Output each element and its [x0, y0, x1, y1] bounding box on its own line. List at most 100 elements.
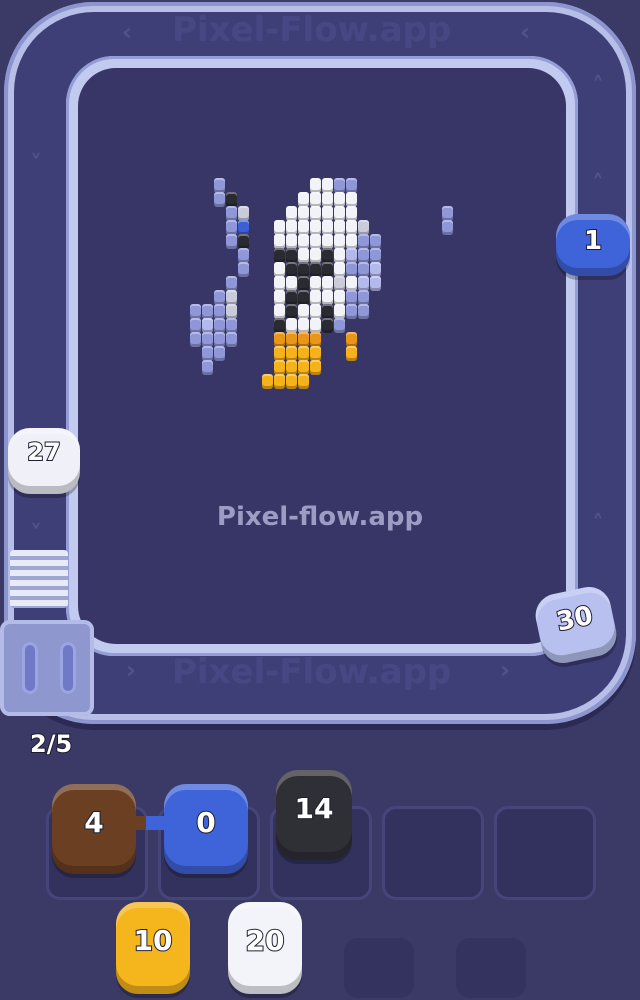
queue-shooter-yellow[interactable]: 10	[116, 902, 190, 994]
pixel-block	[334, 276, 345, 291]
pixel-block	[286, 276, 297, 291]
pixel-block	[226, 220, 237, 235]
pixel-block	[310, 262, 321, 277]
queue-shooter-white[interactable]: 20	[228, 902, 302, 994]
shooter-count: 0	[195, 805, 216, 840]
chevron-icon: ›	[500, 656, 510, 684]
pixel-block	[286, 290, 297, 305]
chevron-icon: ‹	[122, 18, 132, 46]
progress-counter: 2/5	[29, 729, 73, 759]
pixel-block	[286, 304, 297, 319]
pixel-block	[334, 192, 345, 207]
pixel-block	[202, 318, 213, 333]
pixel-block	[226, 332, 237, 347]
pixel-block	[322, 206, 333, 221]
pixel-block	[322, 262, 333, 277]
slot-shooter-blue[interactable]: 0	[164, 784, 248, 874]
pixel-block	[334, 304, 345, 319]
pixel-block	[298, 304, 309, 319]
pixel-block	[310, 360, 321, 375]
pixel-block	[274, 360, 285, 375]
pixel-block	[346, 192, 357, 207]
pixel-block	[346, 304, 357, 319]
pixel-block	[298, 234, 309, 249]
pixel-block	[226, 304, 237, 319]
pixel-block	[286, 248, 297, 263]
pixel-block	[310, 192, 321, 207]
chevron-icon: ˄	[592, 170, 604, 198]
pixel-block	[346, 262, 357, 277]
pixel-block	[310, 220, 321, 235]
pixel-block	[226, 318, 237, 333]
pixel-block	[286, 346, 297, 361]
shooter-count: 10	[133, 923, 174, 958]
shooter-count: 1	[583, 225, 603, 257]
pixel-block	[286, 206, 297, 221]
pixel-block	[298, 220, 309, 235]
pixel-block	[370, 262, 381, 277]
stairs-icon	[10, 550, 68, 608]
pixel-board	[78, 68, 566, 644]
pixel-block	[190, 318, 201, 333]
pixel-block	[226, 192, 237, 207]
pixel-block	[310, 318, 321, 333]
pixel-block	[298, 290, 309, 305]
pixel-block	[310, 290, 321, 305]
pixel-block	[346, 346, 357, 361]
pixel-block	[214, 290, 225, 305]
pixel-block	[346, 332, 357, 347]
chevron-icon: ˅	[30, 150, 42, 178]
pixel-block	[274, 220, 285, 235]
pixel-block	[274, 346, 285, 361]
slot-shooter-brown[interactable]: 4	[52, 784, 136, 874]
slot-5-empty[interactable]	[494, 806, 596, 900]
pixel-block	[346, 206, 357, 221]
pixel-block	[214, 346, 225, 361]
pixel-block	[322, 304, 333, 319]
pixel-block	[214, 178, 225, 193]
pixel-block	[322, 234, 333, 249]
pixel-block	[310, 332, 321, 347]
chevron-icon: ˄	[592, 72, 604, 100]
pixel-block	[370, 248, 381, 263]
slot-shooter-black[interactable]: 14	[276, 770, 352, 860]
shooter-count: 30	[553, 600, 597, 639]
pixel-block	[190, 304, 201, 319]
pixel-block	[322, 290, 333, 305]
pixel-block	[214, 318, 225, 333]
pixel-block	[322, 318, 333, 333]
track-shooter-white[interactable]: 27	[8, 428, 80, 494]
pixel-block	[310, 304, 321, 319]
track-shooter-blue[interactable]: 1	[556, 214, 630, 276]
pixel-block	[358, 290, 369, 305]
pixel-block	[226, 206, 237, 221]
shooter-count: 20	[245, 923, 286, 958]
pixel-block	[214, 192, 225, 207]
pixel-block	[298, 360, 309, 375]
pixel-block	[238, 248, 249, 263]
pixel-block	[334, 178, 345, 193]
pixel-block	[238, 220, 249, 235]
slot-4-empty[interactable]	[382, 806, 484, 900]
pixel-block	[322, 178, 333, 193]
pixel-block	[346, 290, 357, 305]
pixel-block	[274, 276, 285, 291]
pixel-block	[322, 220, 333, 235]
pixel-block	[274, 318, 285, 333]
pixel-block	[214, 332, 225, 347]
pixel-block	[334, 290, 345, 305]
pixel-block	[334, 220, 345, 235]
pixel-block	[202, 346, 213, 361]
pixel-block	[298, 192, 309, 207]
pixel-block	[274, 304, 285, 319]
track-watermark-top: Pixel-Flow.app	[172, 10, 452, 50]
pixel-block	[358, 304, 369, 319]
pixel-block	[370, 276, 381, 291]
pixel-block	[346, 178, 357, 193]
pixel-block	[298, 346, 309, 361]
pixel-block	[262, 374, 273, 389]
pixel-block	[334, 234, 345, 249]
pixel-block	[298, 276, 309, 291]
pixel-block	[274, 234, 285, 249]
gate-icon	[0, 620, 94, 716]
